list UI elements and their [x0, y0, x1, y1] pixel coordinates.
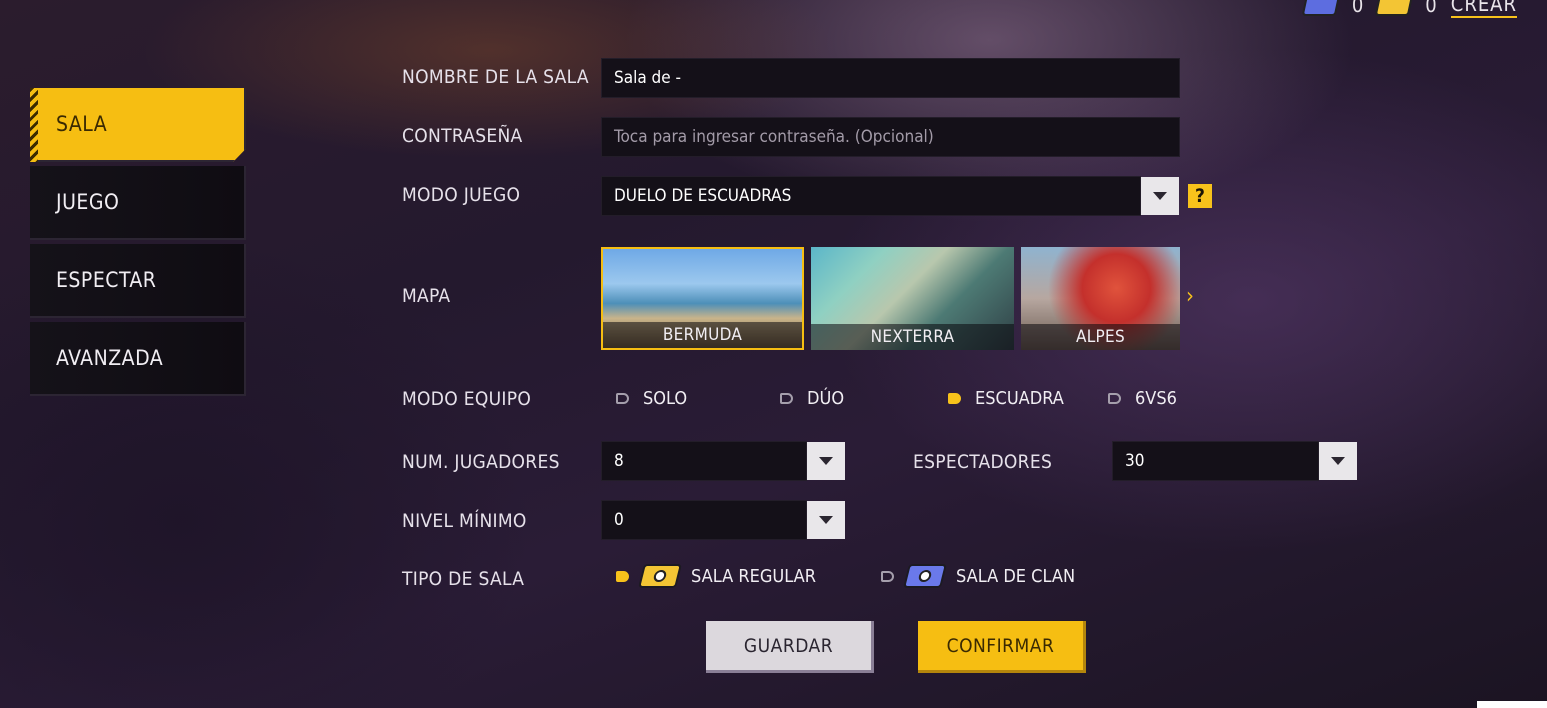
- game-mode-dropdown-button[interactable]: [1141, 177, 1179, 215]
- tab-label: ESPECTAR: [56, 268, 157, 292]
- gold-ticket-icon: [638, 564, 682, 588]
- map-label: MAPA: [402, 285, 451, 307]
- option-label: DÚO: [807, 388, 845, 409]
- min-level-label: NIVEL MÍNIMO: [402, 510, 527, 532]
- gold-ticket-icon: [1374, 0, 1414, 16]
- spectators-select[interactable]: 30: [1112, 441, 1319, 481]
- players-value: 8: [614, 451, 624, 471]
- tab-espectar[interactable]: ESPECTAR: [30, 244, 246, 318]
- side-tabs: SALA JUEGO ESPECTAR AVANZADA: [30, 88, 246, 400]
- option-label: SALA DE CLAN: [956, 565, 1076, 587]
- room-name-label: NOMBRE DE LA SALA: [402, 66, 589, 88]
- create-tab[interactable]: CREAR: [1450, 0, 1517, 18]
- blue-ticket-count: 0: [1351, 0, 1364, 17]
- tab-label: SALA: [56, 112, 108, 136]
- team-mode-label: MODO EQUIPO: [402, 388, 532, 410]
- team-mode-duo[interactable]: DÚO: [780, 388, 844, 409]
- spectators-label: ESPECTADORES: [913, 451, 1053, 473]
- players-select[interactable]: 8: [601, 441, 807, 481]
- map-name: ALPES: [1021, 324, 1180, 350]
- chevron-down-icon: [1153, 192, 1167, 200]
- password-input[interactable]: Toca para ingresar contraseña. (Opcional…: [601, 117, 1180, 157]
- corner-overlay: [1477, 701, 1547, 708]
- chevron-down-icon: [819, 516, 833, 524]
- tab-sala[interactable]: SALA: [30, 88, 246, 162]
- gold-ticket-count: 0: [1425, 0, 1437, 17]
- save-button[interactable]: GUARDAR: [706, 621, 874, 673]
- blue-ticket-icon: [903, 564, 947, 588]
- tab-avanzada[interactable]: AVANZADA: [30, 322, 246, 396]
- tab-label: AVANZADA: [56, 346, 164, 370]
- help-icon[interactable]: ?: [1188, 184, 1212, 208]
- team-mode-solo[interactable]: SOLO: [616, 388, 687, 409]
- password-label: CONTRASEÑA: [402, 125, 523, 147]
- option-label: 6VS6: [1135, 388, 1177, 409]
- radio-icon: [780, 393, 793, 404]
- spectators-value: 30: [1125, 451, 1145, 471]
- map-name: BERMUDA: [603, 322, 802, 348]
- min-level-dropdown-button[interactable]: [807, 501, 845, 539]
- radio-selected-icon: [616, 570, 629, 582]
- map-option-nexterra[interactable]: NEXTERRA: [811, 247, 1014, 350]
- game-mode-label: MODO JUEGO: [402, 184, 521, 206]
- room-name-input[interactable]: Sala de -: [601, 58, 1180, 98]
- spectators-dropdown-button[interactable]: [1319, 442, 1357, 480]
- team-mode-6vs6[interactable]: 6VS6: [1108, 388, 1177, 409]
- radio-icon: [616, 393, 629, 404]
- radio-selected-icon: [948, 393, 961, 404]
- chevron-down-icon: [819, 457, 833, 465]
- room-name-value: Sala de -: [614, 68, 682, 88]
- radio-icon: [1108, 393, 1121, 404]
- radio-icon: [881, 570, 894, 582]
- min-level-value: 0: [614, 510, 624, 530]
- confirm-button[interactable]: CONFIRMAR: [918, 621, 1086, 673]
- tab-juego[interactable]: JUEGO: [30, 166, 246, 240]
- game-mode-select[interactable]: DUELO DE ESCUADRAS: [601, 176, 1141, 216]
- password-placeholder: Toca para ingresar contraseña. (Opcional…: [614, 127, 934, 147]
- room-type-label: TIPO DE SALA: [402, 568, 525, 590]
- players-dropdown-button[interactable]: [807, 442, 845, 480]
- team-mode-escuadra[interactable]: ESCUADRA: [948, 388, 1064, 409]
- game-mode-value: DUELO DE ESCUADRAS: [614, 186, 792, 206]
- chevron-down-icon: [1331, 457, 1345, 465]
- room-type-clan[interactable]: SALA DE CLAN: [881, 564, 1075, 588]
- map-option-bermuda[interactable]: BERMUDA: [601, 247, 804, 350]
- map-name: NEXTERRA: [811, 324, 1014, 350]
- option-label: SOLO: [643, 388, 688, 409]
- option-label: SALA REGULAR: [691, 565, 816, 587]
- blue-ticket-icon: [1301, 0, 1341, 16]
- players-label: NUM. JUGADORES: [402, 451, 560, 473]
- chevron-right-icon[interactable]: ›: [1186, 284, 1194, 309]
- option-label: ESCUADRA: [975, 388, 1064, 409]
- top-bar: 0 0 CREAR: [1301, 0, 1517, 20]
- min-level-select[interactable]: 0: [601, 500, 807, 540]
- room-type-regular[interactable]: SALA REGULAR: [616, 564, 816, 588]
- tab-label: JUEGO: [56, 190, 120, 214]
- map-option-alpes[interactable]: ALPES: [1021, 247, 1180, 350]
